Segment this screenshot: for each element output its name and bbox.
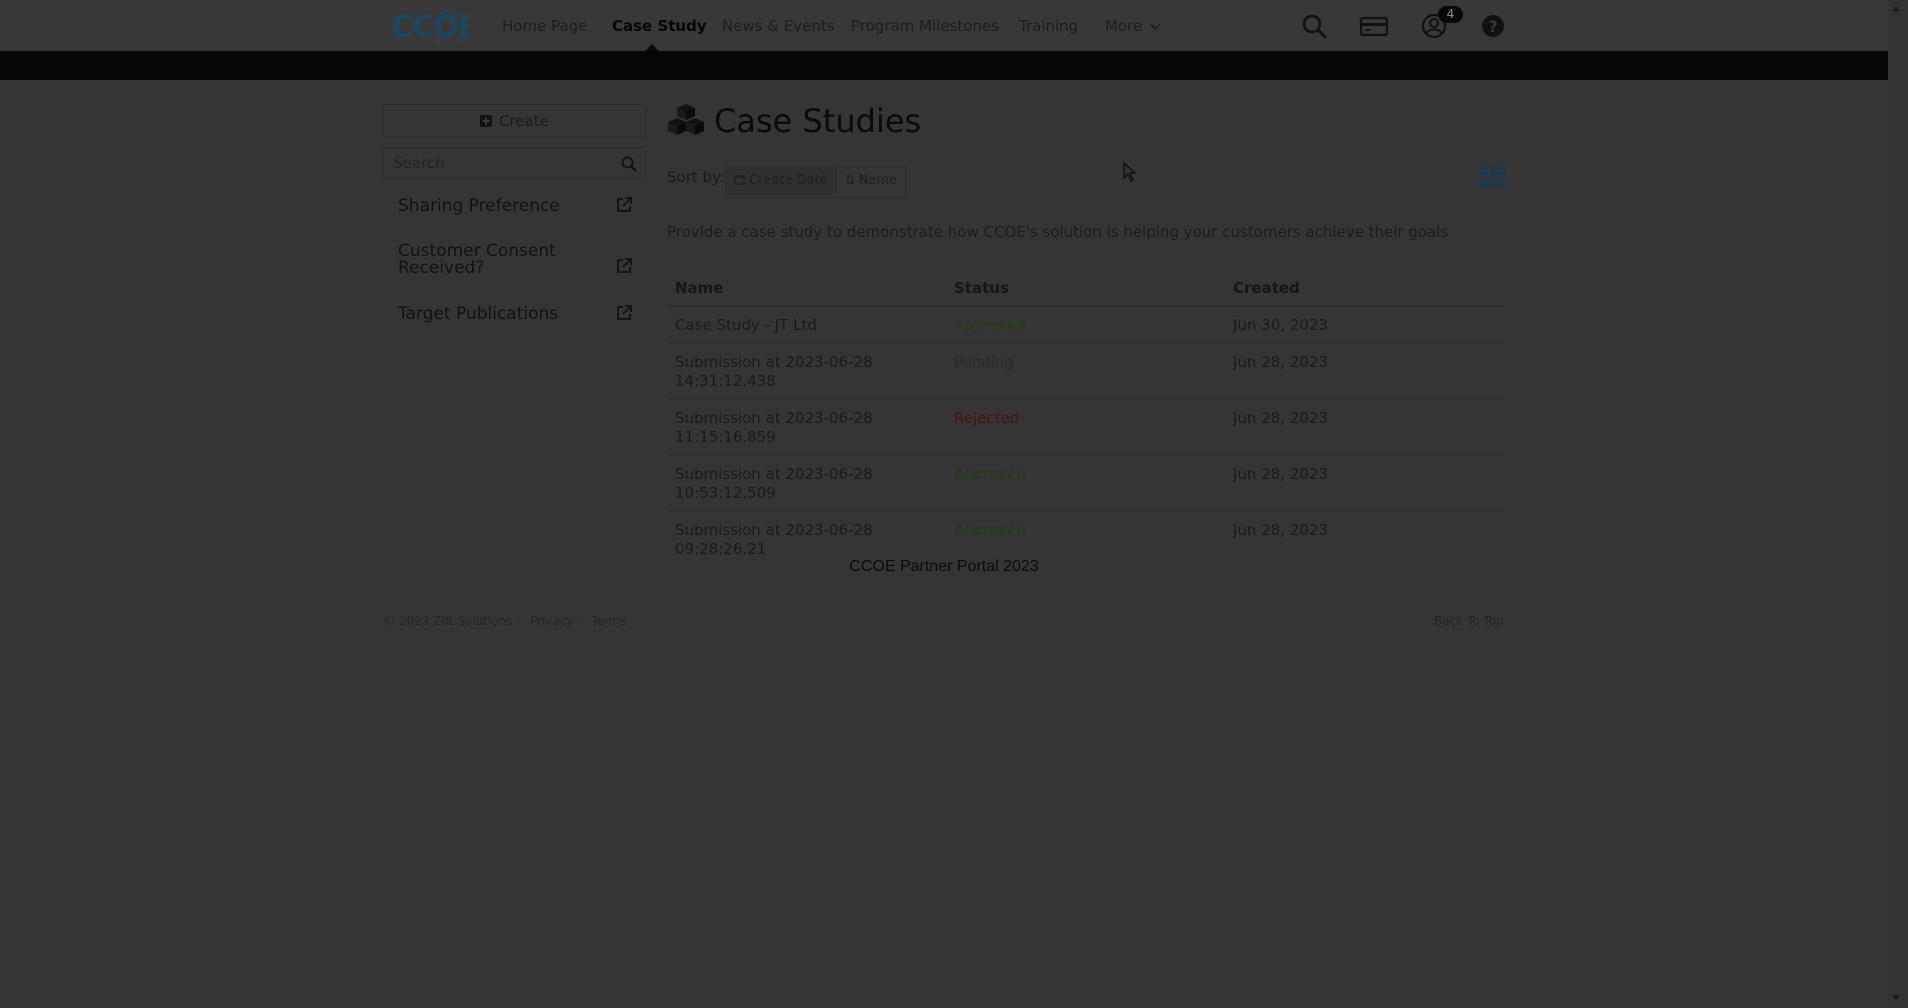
copyright-text: © 2023 Zift Solutions — [383, 614, 513, 628]
notification-badge: 4 — [1438, 6, 1463, 23]
sort-label: Sort by: — [667, 168, 725, 186]
sort-name-button[interactable]: Name — [835, 167, 906, 195]
case-name-cell[interactable]: Submission at 2023-06-28 14:31:12.438 — [667, 343, 946, 400]
external-link-icon[interactable] — [615, 257, 633, 275]
create-button-label: Create — [498, 112, 549, 130]
page-title: Case Studies — [714, 102, 922, 140]
column-header-status[interactable]: Status — [946, 275, 1225, 307]
status-cell: Rejected — [946, 399, 1225, 456]
case-name-cell[interactable]: Case Study - JT Ltd — [667, 306, 946, 344]
mouse-cursor-icon — [1123, 162, 1137, 182]
search-icon[interactable] — [1300, 12, 1328, 40]
sort-icon — [845, 174, 854, 185]
footer-links: © 2023 Zift Solutions · Privacy · Terms — [383, 614, 627, 628]
footer-separator: · — [517, 614, 522, 628]
column-header-created[interactable]: Created — [1225, 275, 1505, 307]
status-cell: Approved — [946, 455, 1225, 512]
list-view-toggle-icon[interactable] — [1480, 165, 1506, 189]
search-icon[interactable] — [621, 156, 637, 172]
case-name-cell[interactable]: Submission at 2023-06-28 10:53:12.509 — [667, 455, 946, 512]
table-row[interactable]: Case Study - JT Ltd Approved Jun 30, 202… — [667, 306, 1505, 344]
sort-create-date-label: Create Date — [749, 173, 828, 188]
chevron-down-icon — [1150, 23, 1161, 31]
sidebar-item-label: Target Publications — [398, 304, 559, 324]
sort-name-label: Name — [858, 173, 898, 188]
nav-training[interactable]: Training — [1019, 17, 1078, 35]
portal-footer-text: CCOE Partner Portal 2023 — [849, 558, 1039, 575]
table-row[interactable]: Submission at 2023-06-28 11:15:16.859 Re… — [667, 399, 1505, 456]
card-icon[interactable] — [1359, 12, 1389, 40]
table-row[interactable]: Submission at 2023-06-28 14:31:12.438 Pe… — [667, 343, 1505, 400]
footer-separator: · — [578, 614, 583, 628]
calendar-icon — [734, 175, 745, 185]
sidebar-item-sharing-preference[interactable]: Sharing Preference — [383, 196, 646, 220]
case-name-cell[interactable]: Submission at 2023-06-28 11:15:16.859 — [667, 399, 946, 456]
sidebar-item-label: Customer Consent Received? — [398, 241, 556, 278]
cubes-icon — [668, 104, 704, 135]
nav-more[interactable]: More — [1105, 17, 1161, 35]
help-icon[interactable]: ? — [1479, 12, 1507, 40]
nav-more-label: More — [1105, 17, 1143, 35]
external-link-icon[interactable] — [615, 196, 633, 214]
back-to-top-link[interactable]: Back To Top — [1434, 614, 1504, 628]
created-date-cell: Jun 28, 2023 — [1225, 343, 1505, 400]
table-header-row: Name Status Created — [667, 275, 1505, 307]
status-cell: Approved — [954, 316, 1026, 334]
sort-create-date-button[interactable]: Create Date — [726, 167, 836, 195]
sidebar-item-label: Sharing Preference — [398, 196, 560, 216]
table-row[interactable]: Submission at 2023-06-28 10:53:12.509 Ap… — [667, 455, 1505, 512]
created-date-cell: Jun 28, 2023 — [1225, 399, 1505, 456]
sidebar-item-target-publications[interactable]: Target Publications — [383, 304, 646, 328]
scroll-down-arrow-icon[interactable] — [1892, 995, 1900, 1000]
search-input[interactable] — [393, 154, 603, 172]
scroll-up-arrow-icon[interactable] — [1892, 6, 1900, 11]
nav-case-study[interactable]: Case Study — [612, 17, 707, 35]
nav-program-milestones[interactable]: Program Milestones — [851, 17, 999, 35]
external-link-icon[interactable] — [615, 304, 633, 322]
create-button[interactable]: Create — [383, 104, 646, 138]
nav-news-events[interactable]: News & Events — [722, 17, 835, 35]
active-nav-indicator — [645, 44, 659, 51]
page-scrollbar[interactable] — [1888, 0, 1908, 1008]
sidebar-item-customer-consent[interactable]: Customer Consent Received? — [383, 243, 646, 283]
announcement-bar — [0, 51, 1888, 80]
column-header-name[interactable]: Name — [667, 275, 946, 307]
ccoe-logo[interactable]: CCOE — [391, 6, 469, 46]
plus-square-icon — [480, 115, 493, 127]
status-cell: Pending — [946, 343, 1225, 400]
nav-home-page[interactable]: Home Page — [502, 17, 587, 35]
sidebar-search — [383, 147, 646, 179]
page-description: Provide a case study to demonstrate how … — [667, 223, 1449, 241]
case-studies-table: Name Status Created Case Study - JT Ltd … — [667, 275, 1505, 567]
privacy-link[interactable]: Privacy — [530, 614, 573, 628]
sort-button-group: Create Date Name — [725, 166, 907, 198]
svg-text:?: ? — [1488, 17, 1497, 36]
terms-link[interactable]: Terms — [591, 614, 626, 628]
created-date-cell: Jun 30, 2023 — [1233, 316, 1329, 334]
top-navbar: CCOE Home Page Case Study News & Events … — [0, 0, 1888, 51]
created-date-cell: Jun 28, 2023 — [1225, 455, 1505, 512]
